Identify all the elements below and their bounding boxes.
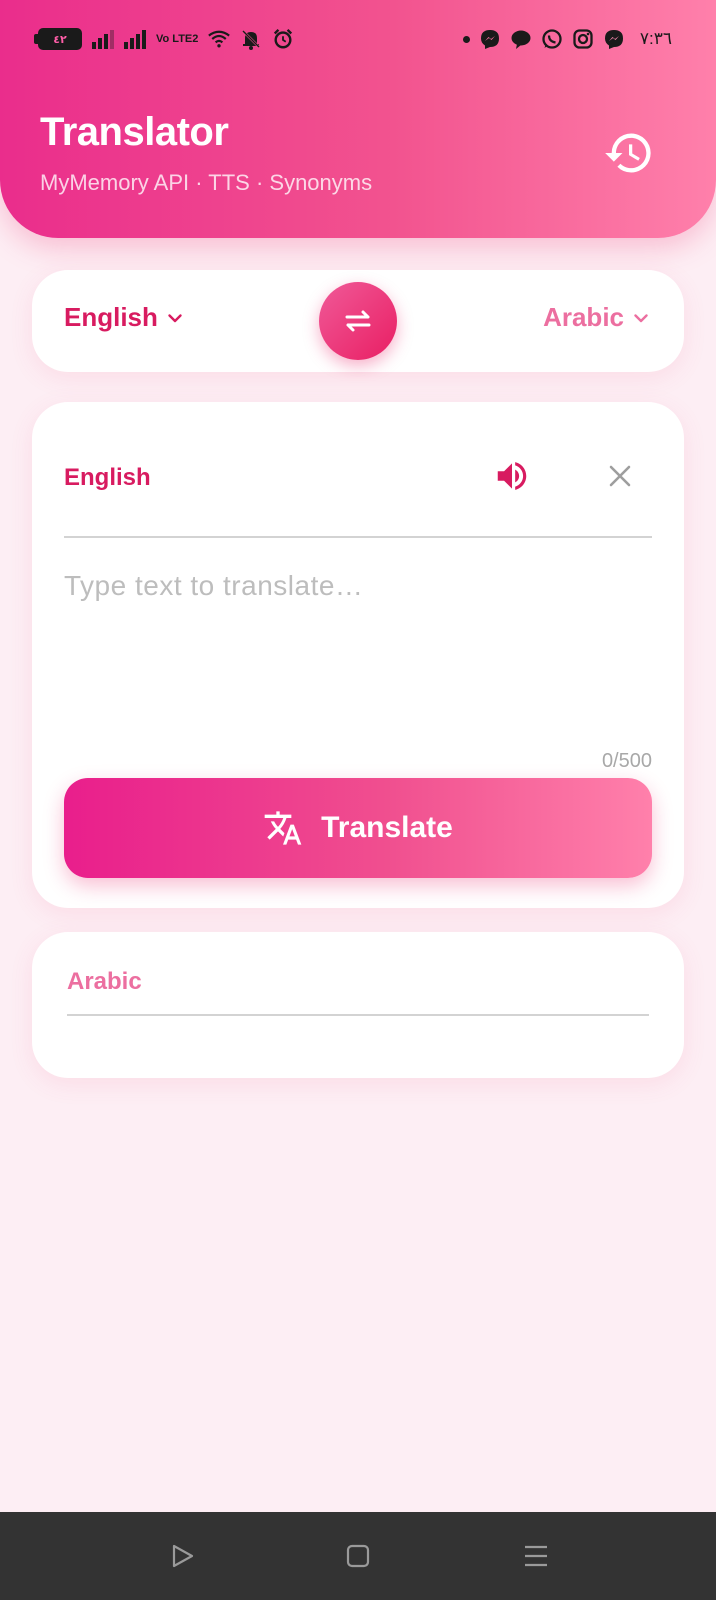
character-counter: 0/500 — [601, 750, 652, 772]
history-button[interactable] — [600, 124, 658, 182]
clock: ٧:٣٦ — [639, 29, 672, 48]
divider — [67, 1014, 649, 1016]
app-header: ٤٢ Vo LTE2 ٧:٣٦ Translator MyMemory API … — [0, 0, 716, 238]
speak-button[interactable] — [490, 454, 534, 498]
wifi-icon — [208, 28, 231, 50]
dot-icon — [462, 35, 470, 43]
system-nav-bar — [0, 1512, 716, 1600]
messenger-icon — [479, 28, 501, 50]
divider — [64, 536, 652, 538]
back-button[interactable] — [160, 1534, 204, 1578]
signal-icon — [92, 29, 114, 49]
speaker-icon — [497, 462, 527, 490]
translate-icon — [264, 811, 302, 845]
menu-icon — [525, 1545, 547, 1567]
target-language-dropdown[interactable]: Arabic — [543, 302, 650, 333]
status-bar: ٤٢ Vo LTE2 ٧:٣٦ — [0, 22, 716, 62]
input-language-label: English — [64, 464, 151, 491]
source-language-label: English — [64, 302, 158, 332]
menu-button[interactable] — [514, 1534, 558, 1578]
input-card: English 0/500 Translate — [32, 402, 684, 908]
translate-button-label: Translate — [321, 811, 453, 844]
messenger-icon — [603, 28, 625, 50]
target-language-label: Arabic — [543, 302, 624, 332]
source-text-input[interactable] — [64, 570, 652, 740]
volte-icon: Vo LTE2 — [156, 32, 199, 45]
home-icon — [346, 1544, 370, 1568]
bell-off-icon — [240, 28, 262, 50]
chat-icon — [510, 28, 532, 50]
chevron-down-icon — [168, 313, 182, 322]
alarm-icon — [272, 28, 294, 50]
instagram-icon — [572, 28, 594, 50]
page-subtitle: MyMemory API · TTS · Synonyms — [40, 170, 373, 195]
output-card: Arabic — [32, 932, 684, 1078]
signal-icon — [124, 29, 146, 49]
close-icon — [609, 465, 631, 487]
back-icon — [172, 1544, 194, 1568]
source-language-dropdown[interactable]: English — [64, 302, 184, 333]
home-button[interactable] — [336, 1534, 380, 1578]
swap-icon — [345, 310, 371, 332]
battery-level: ٤٢ — [53, 33, 67, 46]
chevron-down-icon — [634, 313, 648, 322]
output-language-label: Arabic — [67, 968, 142, 995]
swap-languages-button[interactable] — [319, 282, 397, 360]
whatsapp-icon — [541, 28, 563, 50]
clear-button[interactable] — [598, 454, 642, 498]
language-selector-card: English Arabic — [32, 270, 684, 372]
history-icon — [605, 133, 651, 173]
translate-button[interactable]: Translate — [64, 778, 652, 878]
page-title: Translator — [40, 110, 229, 154]
battery-icon: ٤٢ — [34, 28, 82, 50]
